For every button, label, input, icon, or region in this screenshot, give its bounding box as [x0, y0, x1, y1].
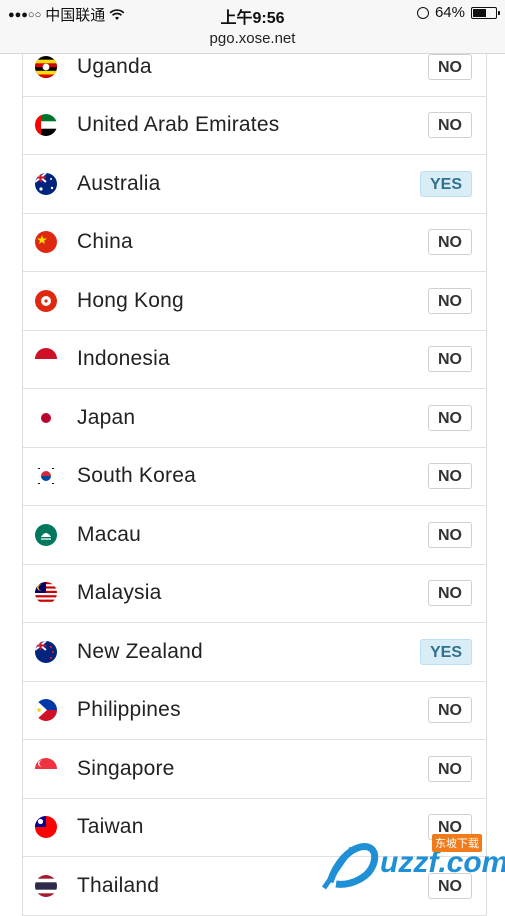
country-list: Uganda NO United Arab Emirates NO Austra…: [22, 38, 487, 916]
list-item[interactable]: Philippines NO: [23, 682, 486, 740]
country-name: Thailand: [77, 873, 160, 897]
country-name: Singapore: [77, 756, 175, 780]
list-item[interactable]: United Arab Emirates NO: [23, 97, 486, 155]
country-name: Macau: [77, 522, 142, 546]
status-right: 64%: [416, 4, 500, 21]
country-name: South Korea: [77, 464, 196, 488]
philippines-flag-icon: [35, 699, 57, 722]
uae-flag-icon: [35, 114, 57, 137]
status-badge: NO: [428, 463, 472, 490]
country-name: Taiwan: [77, 815, 144, 839]
china-flag-icon: [35, 231, 57, 254]
australia-flag-icon: [35, 172, 57, 195]
status-badge: NO: [428, 112, 472, 139]
rotation-lock-icon: [416, 6, 429, 19]
macau-flag-icon: [35, 523, 57, 546]
indonesia-flag-icon: [35, 348, 57, 371]
list-item[interactable]: Indonesia NO: [23, 331, 486, 389]
list-item[interactable]: Macau NO: [23, 506, 486, 565]
status-badge: NO: [428, 404, 472, 431]
status-badge: NO: [428, 53, 472, 80]
country-name: Australia: [77, 171, 161, 195]
malaysia-flag-icon: [35, 582, 57, 605]
hongkong-flag-icon: [35, 289, 57, 312]
country-name: Japan: [77, 405, 136, 429]
status-badge: NO: [428, 580, 472, 607]
status-badge: NO: [428, 287, 472, 314]
list-item[interactable]: Australia YES: [23, 155, 486, 214]
country-name: United Arab Emirates: [77, 113, 280, 137]
status-badge: YES: [420, 170, 472, 197]
uganda-flag-icon: [35, 55, 57, 78]
list-item[interactable]: Hong Kong NO: [23, 272, 486, 331]
status-badge: NO: [428, 521, 472, 548]
list-item[interactable]: China NO: [23, 214, 486, 272]
country-name: Uganda: [77, 54, 152, 78]
watermark-d-icon: [321, 843, 379, 890]
country-name: Indonesia: [77, 347, 170, 371]
singapore-flag-icon: [35, 757, 57, 780]
status-badge: NO: [428, 346, 472, 373]
list-item[interactable]: Singapore NO: [23, 740, 486, 799]
newzealand-flag-icon: [35, 640, 57, 663]
country-name: Hong Kong: [77, 288, 184, 312]
country-name: New Zealand: [77, 639, 203, 663]
list-item[interactable]: Malaysia NO: [23, 565, 486, 623]
battery-icon: [471, 6, 500, 19]
southkorea-flag-icon: [35, 465, 57, 488]
watermark-logo: uzzf.com 东坡下载: [321, 832, 505, 892]
status-badge: YES: [420, 638, 472, 665]
country-name: Malaysia: [77, 581, 162, 605]
watermark-tag: 东坡下载: [432, 834, 482, 852]
status-badge: NO: [428, 697, 472, 724]
browser-top-bar: ●●●○○ 中国联通 上午9:56 64% pgo.xose.net: [0, 0, 505, 54]
address-bar-url[interactable]: pgo.xose.net: [0, 30, 505, 47]
thailand-flag-icon: [35, 874, 57, 897]
battery-percent: 64%: [434, 4, 465, 21]
country-name: Philippines: [77, 698, 181, 722]
list-item[interactable]: New Zealand YES: [23, 623, 486, 682]
list-item[interactable]: Japan NO: [23, 389, 486, 448]
status-badge: NO: [428, 755, 472, 782]
country-name: China: [77, 230, 133, 254]
taiwan-flag-icon: [35, 816, 57, 839]
list-item[interactable]: South Korea NO: [23, 448, 486, 506]
japan-flag-icon: [35, 406, 57, 429]
status-badge: NO: [428, 229, 472, 256]
